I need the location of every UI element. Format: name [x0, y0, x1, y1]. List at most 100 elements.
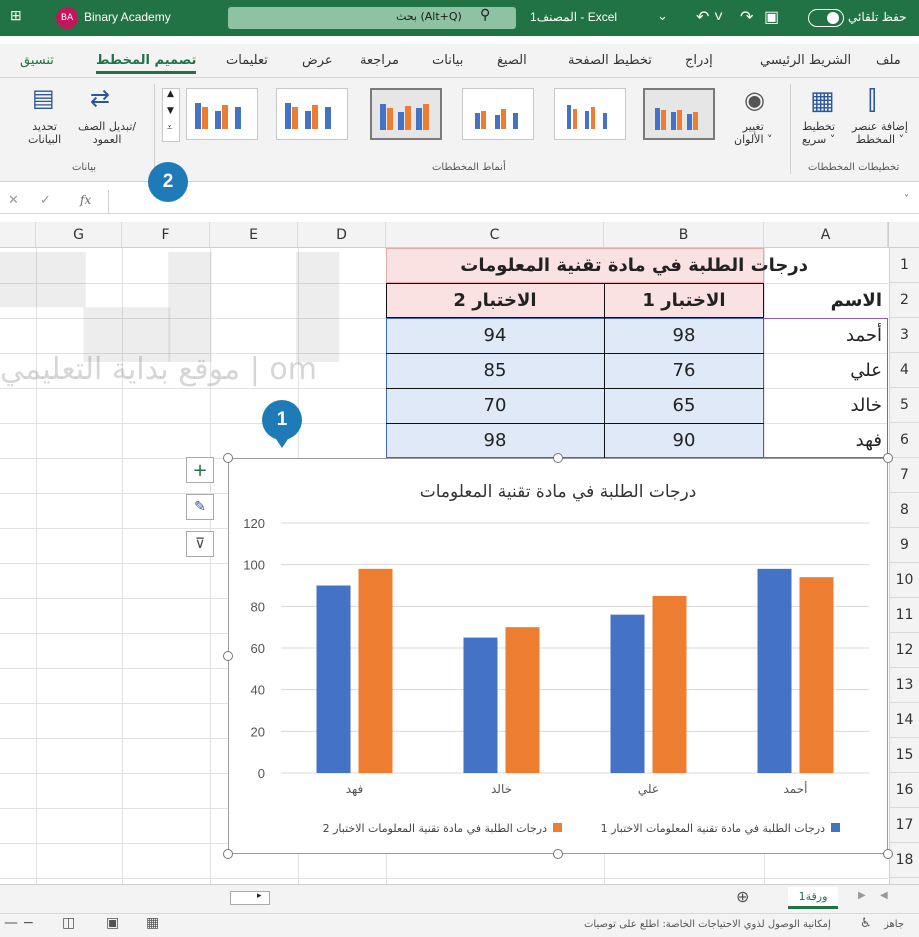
- avatar[interactable]: BA: [56, 7, 78, 29]
- row-header-13[interactable]: 13: [889, 668, 919, 703]
- chart-style-1[interactable]: [643, 88, 715, 140]
- resize-handle[interactable]: [223, 651, 233, 661]
- resize-handle[interactable]: [553, 453, 563, 463]
- cell-name[interactable]: خالد: [764, 388, 888, 423]
- tab-data[interactable]: بيانات: [432, 53, 463, 68]
- select-data-button[interactable]: ▤ تحديد البيانات: [22, 84, 72, 154]
- chart-style-5[interactable]: [276, 88, 348, 140]
- fx-icon[interactable]: fx: [80, 193, 91, 207]
- resize-handle[interactable]: [223, 849, 233, 859]
- cell-test-1[interactable]: 76: [604, 353, 764, 388]
- row-header-4[interactable]: 4: [889, 353, 919, 388]
- cell-name[interactable]: فهد: [764, 423, 888, 458]
- chart-style-6[interactable]: [186, 88, 258, 140]
- change-colors-button[interactable]: ◉ تغيير الألوان ˅: [728, 84, 784, 154]
- row-header-15[interactable]: 15: [889, 738, 919, 773]
- row-header-12[interactable]: 12: [889, 633, 919, 668]
- row-header-10[interactable]: 10: [889, 563, 919, 598]
- chart-style-3[interactable]: [462, 88, 534, 140]
- formula-input[interactable]: [108, 190, 900, 214]
- page-layout-view-icon[interactable]: ▣: [106, 915, 119, 931]
- normal-view-icon[interactable]: ◫: [62, 915, 75, 931]
- row-header-1[interactable]: 1: [889, 248, 919, 283]
- quick-layout-button[interactable]: ▦ تخطيط سريع ˅: [800, 84, 850, 154]
- row-header-17[interactable]: 17: [889, 808, 919, 843]
- select-all-corner[interactable]: [888, 222, 919, 248]
- ribbon-display-icon[interactable]: ⊞: [10, 7, 22, 24]
- cell-test-2[interactable]: 98: [386, 423, 604, 458]
- resize-handle[interactable]: [883, 849, 893, 859]
- worksheet[interactable]: G F E D C B A 1 2 3 4 5 6 7 8 9 10 11 12 13 14 15 16 17 1…: [0, 222, 919, 884]
- row-header-3[interactable]: 3: [889, 318, 919, 353]
- tab-page-layout[interactable]: تخطيط الصفحة: [568, 53, 652, 68]
- bar-chart[interactable]: درجات الطلبة في مادة تقنية المعلومات 0 20 4…: [229, 459, 887, 853]
- zoom-slider[interactable]: — −: [4, 915, 34, 931]
- tab-file[interactable]: ملف: [876, 53, 901, 68]
- cell-name[interactable]: أحمد: [764, 318, 888, 353]
- column-header-g[interactable]: G: [36, 222, 122, 248]
- cancel-icon[interactable]: ✕: [8, 193, 19, 208]
- tab-review[interactable]: مراجعة: [360, 53, 399, 68]
- switch-row-column-button[interactable]: ⇄ تبديل الصف/ العمود: [74, 84, 148, 154]
- accessibility-status[interactable]: إمكانية الوصول لذوي الاحتياجات الخاصة: ا…: [584, 919, 831, 930]
- cell-test-2[interactable]: 94: [386, 318, 604, 353]
- chart-styles-button[interactable]: ✎: [186, 494, 214, 520]
- chart-container[interactable]: درجات الطلبة في مادة تقنية المعلومات 0 20 4…: [228, 458, 888, 854]
- column-header-c[interactable]: C: [386, 222, 604, 248]
- gallery-scroll[interactable]: ▲ ▼ ⩡: [162, 88, 180, 142]
- column-header-f[interactable]: F: [122, 222, 210, 248]
- row-header-8[interactable]: 8: [889, 493, 919, 528]
- tab-formulas[interactable]: الصيغ: [497, 53, 527, 68]
- autosave-toggle[interactable]: [808, 9, 844, 27]
- undo-icon[interactable]: ↶ ˅: [696, 7, 723, 27]
- header-test-1[interactable]: الاختبار 1: [604, 283, 764, 318]
- accessibility-icon[interactable]: ♿: [860, 916, 872, 931]
- enter-icon[interactable]: ✓: [40, 193, 51, 208]
- column-header-d[interactable]: D: [298, 222, 386, 248]
- chart-style-2[interactable]: [554, 88, 626, 140]
- column-header-b[interactable]: B: [604, 222, 764, 248]
- more-styles-icon[interactable]: ⩡: [167, 123, 172, 133]
- page-break-view-icon[interactable]: ▦: [146, 915, 159, 931]
- resize-handle[interactable]: [883, 453, 893, 463]
- row-header-7[interactable]: 7: [889, 458, 919, 493]
- row-header-18[interactable]: 18: [889, 843, 919, 878]
- scroll-right-icon[interactable]: ▸: [257, 891, 262, 901]
- header-test-2[interactable]: الاختبار 2: [386, 283, 604, 318]
- cell-test-2[interactable]: 70: [386, 388, 604, 423]
- sheet-nav-left-icon[interactable]: ◀: [880, 890, 888, 901]
- row-header-2[interactable]: 2: [889, 283, 919, 318]
- add-sheet-icon[interactable]: ⊕: [736, 887, 749, 906]
- search-input[interactable]: بحث (Alt+Q): [396, 10, 462, 23]
- tab-format[interactable]: تنسيق: [20, 53, 54, 68]
- row-header-16[interactable]: 16: [889, 773, 919, 808]
- cell-test-1[interactable]: 90: [604, 423, 764, 458]
- save-icon[interactable]: ▣: [764, 7, 779, 27]
- customize-qat-icon[interactable]: ⌄: [657, 8, 668, 24]
- cell-name[interactable]: علي: [764, 353, 888, 388]
- file-name[interactable]: المصنف1 - Excel: [530, 10, 617, 24]
- chart-filters-button[interactable]: ⊽: [186, 531, 214, 557]
- cell-test-2[interactable]: 85: [386, 353, 604, 388]
- chart-elements-button[interactable]: +: [186, 457, 214, 483]
- horizontal-scrollbar[interactable]: ▸: [230, 891, 270, 905]
- column-header-a[interactable]: A: [764, 222, 888, 248]
- row-header-14[interactable]: 14: [889, 703, 919, 738]
- add-chart-element-button[interactable]: ⫿ إضافة عنصر المخطط ˅: [852, 84, 912, 154]
- scroll-down-icon[interactable]: ▼: [167, 106, 174, 116]
- row-header-6[interactable]: 6: [889, 423, 919, 458]
- scroll-up-icon[interactable]: ▲: [167, 89, 174, 99]
- column-header-e[interactable]: E: [210, 222, 298, 248]
- expand-formula-bar-icon[interactable]: ˅: [904, 194, 909, 205]
- row-header-9[interactable]: 9: [889, 528, 919, 563]
- sheet-tab[interactable]: ورقة1: [788, 887, 838, 909]
- account-name[interactable]: Binary Academy: [84, 10, 171, 24]
- tab-chart-design[interactable]: تصميم المخطط: [96, 53, 197, 74]
- resize-handle[interactable]: [553, 849, 563, 859]
- search-box[interactable]: بحث (Alt+Q) ⚲: [228, 7, 516, 29]
- tab-home[interactable]: الشريط الرئيسي: [760, 53, 851, 68]
- tab-insert[interactable]: إدراج: [685, 53, 713, 68]
- tab-view[interactable]: عرض: [302, 53, 333, 68]
- resize-handle[interactable]: [223, 453, 233, 463]
- cell-test-1[interactable]: 98: [604, 318, 764, 353]
